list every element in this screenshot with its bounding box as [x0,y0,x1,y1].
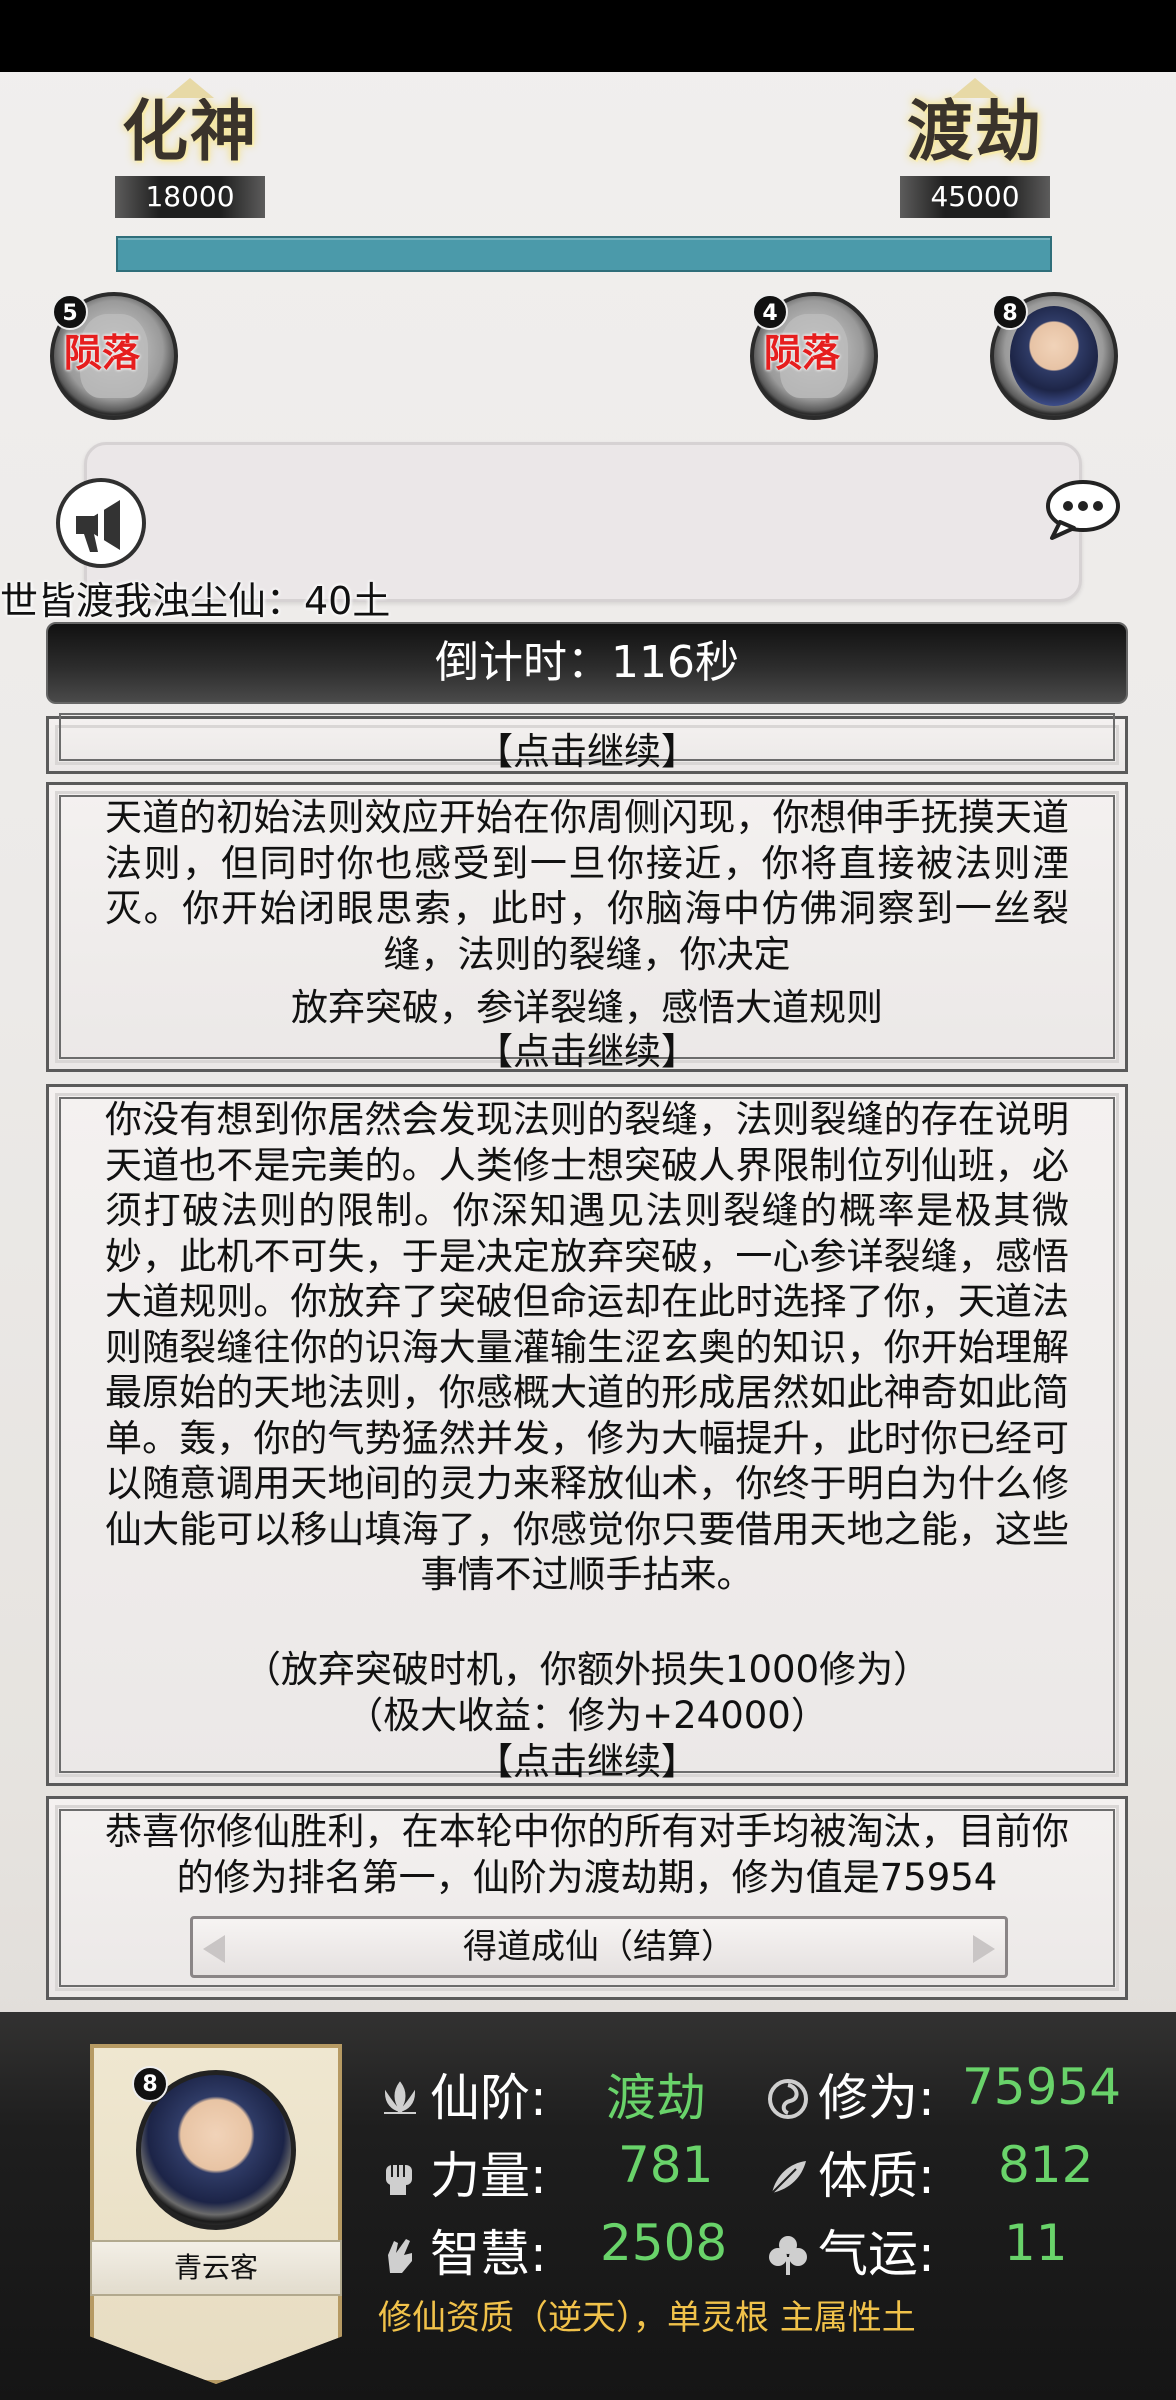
opponent-count-badge: 8 [992,294,1028,330]
continue-prompt[interactable]: 【点击继续】 [49,1021,1125,1075]
realm-cap-ornament [166,78,214,98]
player-name: 青云客 [90,2240,342,2296]
current-realm-name: 化神 [122,93,258,170]
fist-icon [386,2165,412,2195]
story-panel-2[interactable]: 天道的初始法则效应开始在你周侧闪现，你想伸手抚摸天道法则，但同时你也感受到一旦你… [46,782,1128,1075]
current-realm: 化神 18000 [110,78,270,218]
stat-rank: 仙阶: [378,2058,547,2130]
fallen-label: 陨落 [64,331,141,375]
stat-strength-value: 781 [618,2136,714,2194]
stat-wisdom-label: 智慧: [430,2225,547,2283]
stat-strength-label: 力量: [430,2147,547,2205]
settle-button-label: 得道成仙（结算） [463,1927,735,1967]
next-realm-name: 渡劫 [907,93,1043,170]
stat-constitution: 体质: [766,2136,935,2208]
next-realm-score: 45000 [900,176,1050,218]
next-realm: 渡劫 45000 [895,78,1055,218]
realm-progress-bar [116,236,1052,272]
stat-wisdom: 智慧: [378,2214,547,2286]
stat-luck-label: 气运: [818,2225,935,2283]
story-text: 天道的初始法则效应开始在你周侧闪现，你想伸手抚摸天道法则，但同时你也感受到一旦你… [105,796,1069,976]
stat-cultivation: 修为: [766,2058,935,2130]
fallen-label: 陨落 [764,331,841,375]
player-count-badge: 8 [132,2066,168,2102]
story-panel-3[interactable]: 你没有想到你居然会发现法则的裂缝，法则裂缝的存在说明天道也不是完美的。人类修士想… [46,1084,1128,1786]
realm-cap-ornament [951,78,999,98]
button-arrow-right [973,1935,995,1963]
swirl-icon [768,2079,808,2119]
opponent-avatar-3[interactable]: 8 [990,292,1118,420]
status-bar [0,0,1176,72]
stat-wisdom-value: 2508 [600,2214,728,2272]
stat-constitution-label: 体质: [818,2147,935,2205]
lotus-icon [384,2081,416,2114]
stat-rank-value: 渡劫 [606,2069,706,2127]
stat-luck: 气运: [766,2214,935,2286]
continue-prompt[interactable]: 【点击继续】 [49,721,1125,775]
stat-constitution-value: 812 [998,2136,1094,2194]
story-panel-1[interactable]: 【点击继续】 [46,713,1128,775]
opponent-avatar-1[interactable]: 5 陨落 [50,292,178,420]
hand-icon [388,2239,412,2273]
victory-text: 恭喜你修仙胜利，在本轮中你的所有对手均被淘汰，目前你的修为排名第一，仙阶为渡劫期… [105,1810,1069,1899]
megaphone-icon[interactable] [56,478,146,568]
button-arrow-left [203,1935,225,1963]
countdown-timer: 倒计时：116秒 [46,622,1128,704]
player-aptitude: 修仙资质（逆天），单灵根 主属性土 [378,2298,916,2338]
stat-cultivation-value: 75954 [962,2058,1122,2116]
chat-ticker-message: 世皆渡我浊尘仙：40土 [0,579,391,623]
current-realm-score: 18000 [115,176,265,218]
stat-rank-label: 仙阶: [430,2069,547,2127]
stat-strength: 力量: [378,2136,547,2208]
stat-cultivation-label: 修为: [818,2069,935,2127]
clover-icon [769,2236,807,2275]
chat-bubble-icon[interactable] [1044,478,1122,542]
continue-prompt[interactable]: 【点击继续】 [49,1731,1125,1785]
opponent-avatar-2[interactable]: 4 陨落 [750,292,878,420]
settle-button[interactable]: 得道成仙（结算） [190,1916,1008,1978]
leaf-icon [771,2161,806,2194]
stat-luck-value: 11 [1004,2214,1068,2272]
story-text: 你没有想到你居然会发现法则的裂缝，法则裂缝的存在说明天道也不是完美的。人类修士想… [105,1098,1069,1596]
